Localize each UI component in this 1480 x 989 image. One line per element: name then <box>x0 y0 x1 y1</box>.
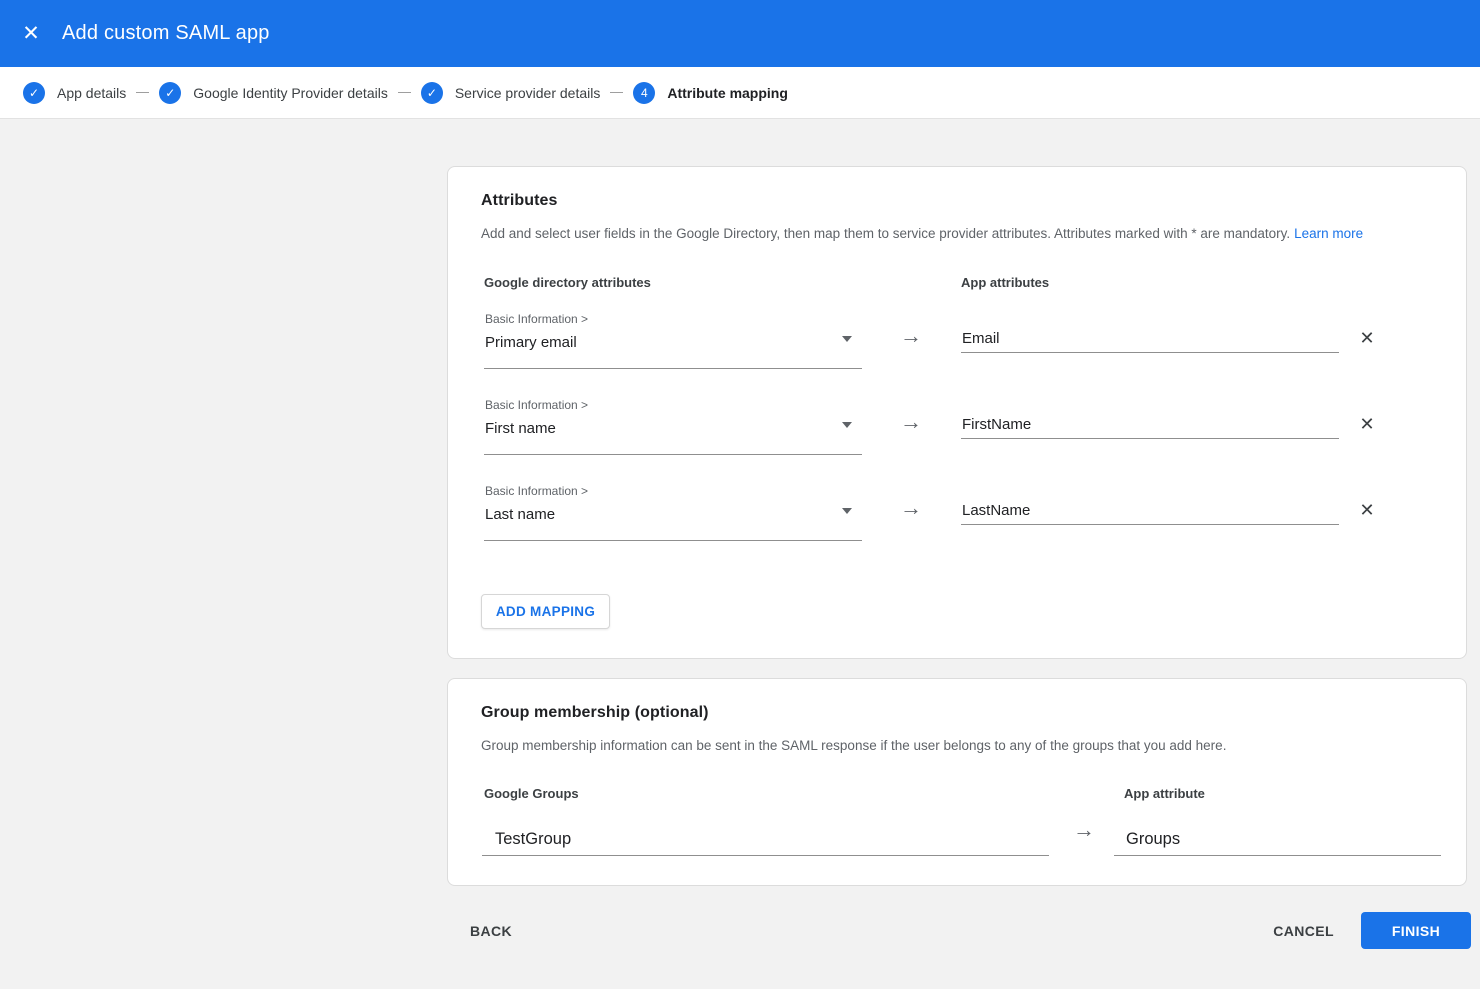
attributes-card-title: Attributes <box>481 192 558 210</box>
mapping-row: Basic Information > Last name → ✕ <box>448 479 1466 565</box>
attribute-field-value: Primary email <box>485 334 577 351</box>
add-mapping-button[interactable]: ADD MAPPING <box>481 594 610 629</box>
arrow-right-icon: → <box>900 323 922 349</box>
finish-button[interactable]: FINISH <box>1361 912 1471 949</box>
page-title: Add custom SAML app <box>62 22 270 45</box>
stepper: ✓ App details ✓ Google Identity Provider… <box>0 67 1480 119</box>
learn-more-link[interactable]: Learn more <box>1294 226 1363 241</box>
step-app-details[interactable]: ✓ App details <box>23 82 126 104</box>
dropdown-arrow-icon <box>842 336 852 342</box>
arrow-right-icon: → <box>900 409 922 435</box>
group-card-description: Group membership information can be sent… <box>481 738 1226 753</box>
app-attribute-input[interactable] <box>961 479 1339 525</box>
footer-actions: BACK CANCEL FINISH <box>447 912 1471 949</box>
app-header: ✕ Add custom SAML app <box>0 0 1480 67</box>
step-number-icon: 4 <box>633 82 655 104</box>
attribute-category-label: Basic Information > <box>485 484 588 498</box>
arrow-right-icon: → <box>1073 817 1095 843</box>
google-groups-header: Google Groups <box>484 786 579 801</box>
remove-mapping-icon[interactable]: ✕ <box>1354 325 1380 351</box>
check-circle-icon: ✓ <box>23 82 45 104</box>
app-attribute-header: App attribute <box>1124 786 1205 801</box>
step-label: Attribute mapping <box>667 85 788 101</box>
step-label: Google Identity Provider details <box>193 85 388 101</box>
check-circle-icon: ✓ <box>421 82 443 104</box>
remove-mapping-icon[interactable]: ✕ <box>1354 411 1380 437</box>
app-attribute-input[interactable] <box>961 393 1339 439</box>
app-attributes-header: App attributes <box>961 275 1049 290</box>
step-label: Service provider details <box>455 85 601 101</box>
page: ✕ Add custom SAML app ✓ App details ✓ Go… <box>0 0 1480 989</box>
step-service-provider-details[interactable]: ✓ Service provider details <box>421 82 601 104</box>
step-google-idp-details[interactable]: ✓ Google Identity Provider details <box>159 82 388 104</box>
remove-mapping-icon[interactable]: ✕ <box>1354 497 1380 523</box>
attributes-card: Attributes Add and select user fields in… <box>447 166 1467 659</box>
step-divider <box>398 92 411 93</box>
dropdown-arrow-icon <box>842 508 852 514</box>
mapping-row: Basic Information > Primary email → ✕ <box>448 307 1466 393</box>
google-directory-attributes-header: Google directory attributes <box>484 275 651 290</box>
dropdown-arrow-icon <box>842 422 852 428</box>
close-icon[interactable]: ✕ <box>17 20 45 48</box>
directory-attribute-select[interactable]: Basic Information > First name <box>484 393 862 455</box>
cancel-button[interactable]: CANCEL <box>1273 923 1334 939</box>
step-attribute-mapping[interactable]: 4 Attribute mapping <box>633 82 788 104</box>
attribute-field-value: Last name <box>485 506 555 523</box>
step-divider <box>610 92 623 93</box>
back-button[interactable]: BACK <box>470 923 512 939</box>
directory-attribute-select[interactable]: Basic Information > Primary email <box>484 307 862 369</box>
attributes-card-description: Add and select user fields in the Google… <box>481 226 1363 241</box>
step-divider <box>136 92 149 93</box>
directory-attribute-select[interactable]: Basic Information > Last name <box>484 479 862 541</box>
step-label: App details <box>57 85 126 101</box>
app-attribute-input[interactable] <box>961 307 1339 353</box>
group-card-title: Group membership (optional) <box>481 704 709 722</box>
check-circle-icon: ✓ <box>159 82 181 104</box>
attribute-category-label: Basic Information > <box>485 398 588 412</box>
group-membership-card: Group membership (optional) Group member… <box>447 678 1467 886</box>
attribute-field-value: First name <box>485 420 556 437</box>
arrow-right-icon: → <box>900 495 922 521</box>
attribute-category-label: Basic Information > <box>485 312 588 326</box>
group-app-attribute-input[interactable] <box>1114 807 1441 856</box>
google-groups-input[interactable] <box>482 807 1049 856</box>
mapping-row: Basic Information > First name → ✕ <box>448 393 1466 479</box>
attributes-description-text: Add and select user fields in the Google… <box>481 226 1290 241</box>
